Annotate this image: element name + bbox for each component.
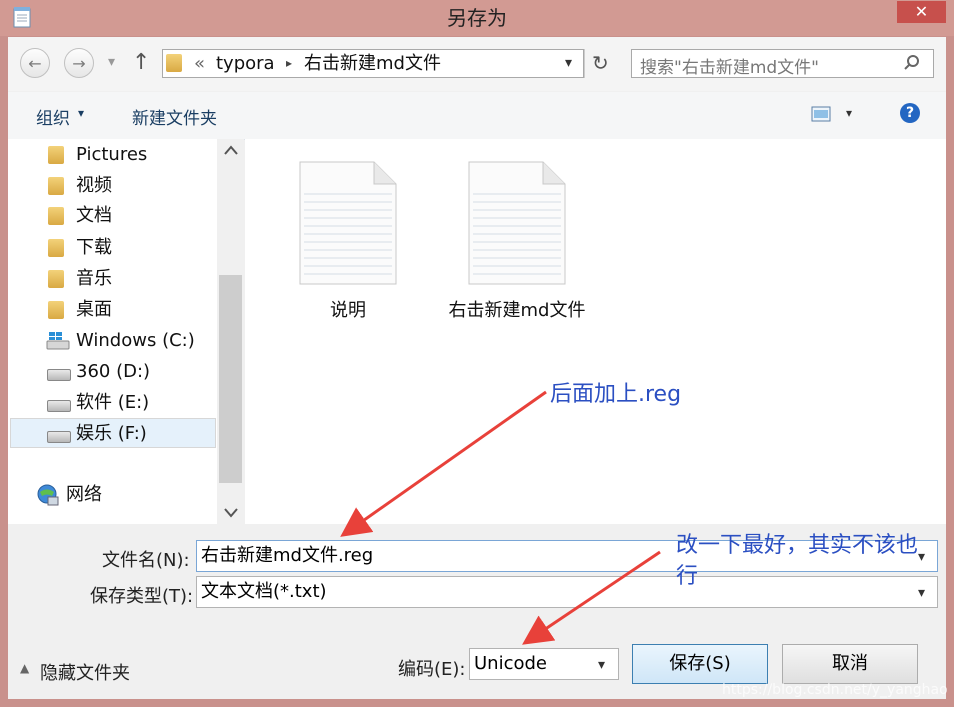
watermark: https://blog.csdn.net/y_yanghao: [722, 682, 948, 698]
annotation-encoding-line2: 行: [676, 564, 699, 589]
annotation-arrow-filename: [340, 390, 547, 537]
annotation-arrows: [340, 390, 661, 645]
annotation-add-reg: 后面加上.reg: [550, 382, 682, 407]
annotation-encoding-line1: 改一下最好，其实不该也: [676, 533, 919, 558]
annotation-arrow-encoding: [522, 550, 661, 645]
